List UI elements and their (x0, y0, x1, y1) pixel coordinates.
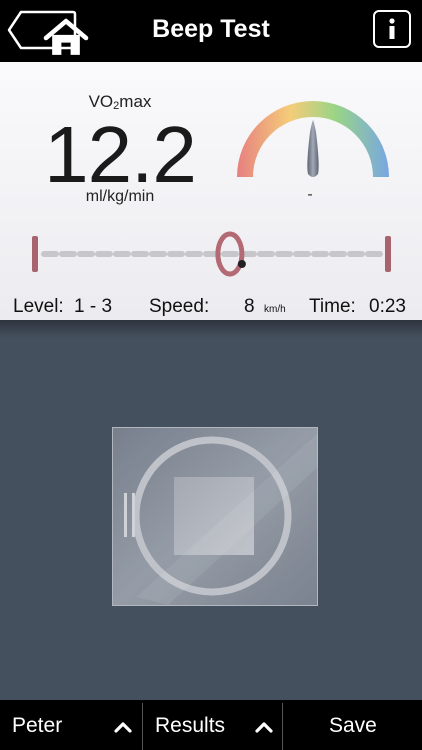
track-end-marker (385, 236, 391, 272)
test-progress-track (32, 231, 391, 277)
stats-row: Level: 1 - 3 Speed: 8 km/h Time: 0:23 (0, 296, 422, 320)
home-icon (43, 18, 89, 55)
athlete-label: Peter (12, 714, 63, 737)
vo2-gauge (237, 101, 389, 177)
level-value: 1 - 3 (74, 296, 113, 317)
chevron-up-icon (255, 722, 273, 733)
level-label: Level: (13, 296, 64, 317)
readout-panel: VO2max 12.2 ml/kg/min - Level: 1 - 3 Spe… (0, 62, 422, 320)
vo2max-unit: ml/kg/min (85, 188, 155, 205)
main-area (0, 320, 422, 700)
speed-value: 8 (244, 296, 255, 317)
header-bar: Beep Test (0, 0, 422, 62)
vo2max-label: VO2max (60, 92, 180, 112)
vo2max-value: 12.2 (44, 110, 197, 199)
speed-unit: km/h (264, 304, 286, 315)
save-button[interactable]: Save (283, 703, 422, 750)
time-label: Time: (309, 296, 356, 317)
info-icon (389, 18, 395, 39)
gauge-needle (307, 120, 319, 177)
track-start-marker (32, 236, 38, 272)
home-button[interactable] (7, 10, 89, 55)
save-label: Save (329, 714, 377, 737)
vo2max-label-tail: max (119, 92, 152, 111)
vo2max-label-main: VO (88, 92, 114, 111)
results-selector[interactable]: Results (143, 703, 282, 750)
chevron-up-icon (114, 722, 132, 733)
stop-button[interactable] (112, 427, 318, 606)
stop-icon (112, 427, 318, 606)
speed-label: Speed: (149, 296, 210, 317)
info-button[interactable] (373, 10, 411, 48)
results-label: Results (155, 714, 226, 737)
time-value: 0:23 (369, 296, 406, 317)
athlete-selector[interactable]: Peter (0, 703, 141, 750)
gauge-reading: - (307, 186, 313, 203)
bottom-bar: Peter Results Save (0, 700, 422, 750)
